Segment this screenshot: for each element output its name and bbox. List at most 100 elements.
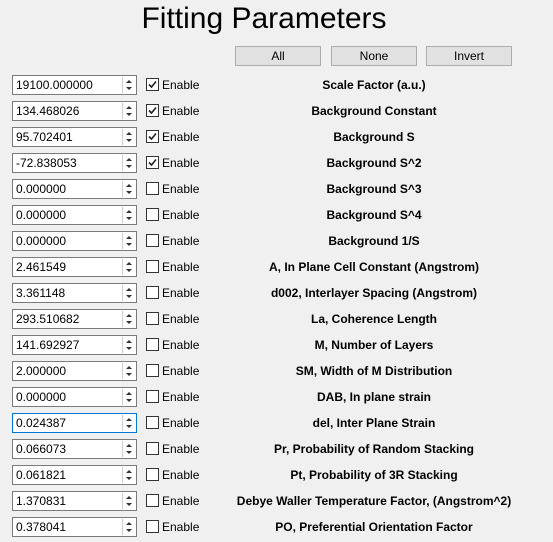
value-spinbox[interactable]	[12, 517, 137, 537]
spin-down-icon[interactable]	[126, 87, 132, 90]
spin-down-icon[interactable]	[126, 503, 132, 506]
spin-up-icon[interactable]	[126, 80, 132, 83]
enable-checkbox[interactable]	[146, 286, 159, 299]
enable-checkbox[interactable]	[146, 390, 159, 403]
spin-buttons[interactable]	[122, 259, 135, 275]
value-input[interactable]	[16, 284, 118, 302]
value-spinbox[interactable]	[12, 75, 137, 95]
value-input[interactable]	[16, 206, 118, 224]
spin-buttons[interactable]	[122, 285, 135, 301]
value-input[interactable]	[16, 258, 118, 276]
enable-checkbox[interactable]	[146, 364, 159, 377]
spin-up-icon[interactable]	[126, 158, 132, 161]
value-spinbox[interactable]	[12, 439, 137, 459]
spin-buttons[interactable]	[122, 415, 135, 431]
enable-checkbox[interactable]	[146, 78, 159, 91]
spin-buttons[interactable]	[122, 363, 135, 379]
value-input[interactable]	[16, 336, 118, 354]
spin-down-icon[interactable]	[126, 165, 132, 168]
spin-down-icon[interactable]	[126, 425, 132, 428]
value-spinbox[interactable]	[12, 101, 137, 121]
enable-checkbox[interactable]	[146, 208, 159, 221]
value-spinbox[interactable]	[12, 205, 137, 225]
enable-checkbox[interactable]	[146, 312, 159, 325]
spin-down-icon[interactable]	[126, 399, 132, 402]
spin-up-icon[interactable]	[126, 184, 132, 187]
spin-up-icon[interactable]	[126, 132, 132, 135]
enable-checkbox[interactable]	[146, 416, 159, 429]
spin-down-icon[interactable]	[126, 243, 132, 246]
spin-buttons[interactable]	[122, 311, 135, 327]
value-input[interactable]	[16, 76, 118, 94]
value-spinbox[interactable]	[12, 231, 137, 251]
value-input[interactable]	[16, 128, 118, 146]
spin-up-icon[interactable]	[126, 522, 132, 525]
spin-down-icon[interactable]	[126, 113, 132, 116]
spin-up-icon[interactable]	[126, 106, 132, 109]
value-spinbox[interactable]	[12, 153, 137, 173]
spin-buttons[interactable]	[122, 207, 135, 223]
enable-checkbox[interactable]	[146, 156, 159, 169]
spin-buttons[interactable]	[122, 233, 135, 249]
value-input[interactable]	[16, 440, 118, 458]
spin-up-icon[interactable]	[126, 210, 132, 213]
spin-buttons[interactable]	[122, 441, 135, 457]
enable-checkbox[interactable]	[146, 468, 159, 481]
value-spinbox[interactable]	[12, 283, 137, 303]
spin-buttons[interactable]	[122, 467, 135, 483]
spin-up-icon[interactable]	[126, 288, 132, 291]
value-spinbox[interactable]	[12, 335, 137, 355]
spin-down-icon[interactable]	[126, 373, 132, 376]
value-spinbox[interactable]	[12, 179, 137, 199]
invert-button[interactable]: Invert	[426, 46, 512, 66]
spin-buttons[interactable]	[122, 493, 135, 509]
spin-down-icon[interactable]	[126, 529, 132, 532]
value-input[interactable]	[16, 102, 118, 120]
spin-buttons[interactable]	[122, 155, 135, 171]
spin-buttons[interactable]	[122, 389, 135, 405]
spin-down-icon[interactable]	[126, 347, 132, 350]
value-spinbox[interactable]	[12, 361, 137, 381]
enable-checkbox[interactable]	[146, 520, 159, 533]
value-spinbox[interactable]	[12, 309, 137, 329]
value-input[interactable]	[16, 362, 118, 380]
spin-up-icon[interactable]	[126, 418, 132, 421]
all-button[interactable]: All	[235, 46, 321, 66]
value-input[interactable]	[16, 414, 118, 432]
value-spinbox[interactable]	[12, 257, 137, 277]
spin-down-icon[interactable]	[126, 321, 132, 324]
value-input[interactable]	[16, 310, 118, 328]
value-input[interactable]	[16, 180, 118, 198]
enable-checkbox[interactable]	[146, 130, 159, 143]
spin-down-icon[interactable]	[126, 191, 132, 194]
enable-checkbox[interactable]	[146, 182, 159, 195]
spin-up-icon[interactable]	[126, 236, 132, 239]
value-spinbox[interactable]	[12, 387, 137, 407]
spin-down-icon[interactable]	[126, 139, 132, 142]
none-button[interactable]: None	[331, 46, 417, 66]
enable-checkbox[interactable]	[146, 260, 159, 273]
spin-up-icon[interactable]	[126, 262, 132, 265]
value-spinbox[interactable]	[12, 413, 137, 433]
enable-checkbox[interactable]	[146, 442, 159, 455]
spin-down-icon[interactable]	[126, 451, 132, 454]
spin-up-icon[interactable]	[126, 444, 132, 447]
spin-buttons[interactable]	[122, 337, 135, 353]
spin-up-icon[interactable]	[126, 470, 132, 473]
enable-checkbox[interactable]	[146, 104, 159, 117]
spin-down-icon[interactable]	[126, 217, 132, 220]
value-spinbox[interactable]	[12, 465, 137, 485]
value-input[interactable]	[16, 492, 118, 510]
spin-up-icon[interactable]	[126, 340, 132, 343]
enable-checkbox[interactable]	[146, 338, 159, 351]
value-input[interactable]	[16, 154, 118, 172]
spin-buttons[interactable]	[122, 77, 135, 93]
spin-down-icon[interactable]	[126, 477, 132, 480]
spin-buttons[interactable]	[122, 103, 135, 119]
enable-checkbox[interactable]	[146, 494, 159, 507]
spin-up-icon[interactable]	[126, 496, 132, 499]
spin-up-icon[interactable]	[126, 392, 132, 395]
spin-buttons[interactable]	[122, 181, 135, 197]
value-spinbox[interactable]	[12, 491, 137, 511]
spin-buttons[interactable]	[122, 519, 135, 535]
